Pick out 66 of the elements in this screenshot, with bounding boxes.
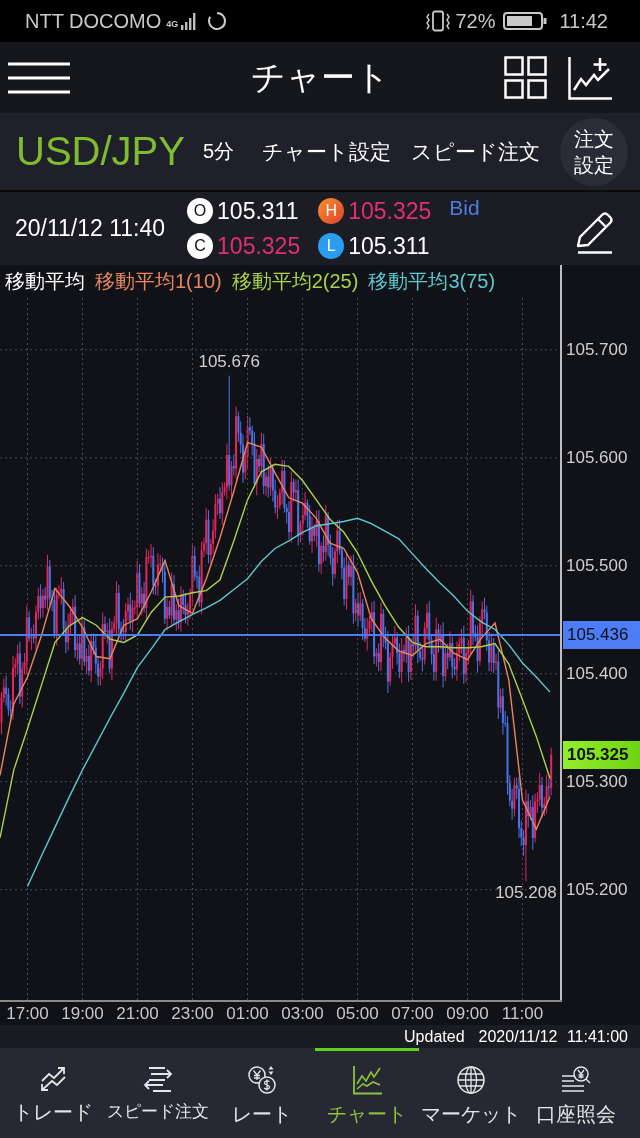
trend-arrows-icon (38, 1065, 69, 1093)
price-side-label: Bid (449, 196, 480, 220)
current-price-tag: 105.325 (563, 740, 640, 769)
price-axis-label: 105.600 (566, 446, 628, 469)
grid-icon[interactable] (504, 56, 547, 99)
nav-tab[interactable]: トレード (1, 1048, 106, 1138)
legend-title: 移動平均 (5, 269, 85, 294)
price-level-tag: 105.436 (563, 620, 640, 649)
carrier-name: NTT DOCOMO (25, 9, 162, 33)
signal-icon (181, 12, 197, 30)
document-search-icon (559, 1065, 592, 1095)
nav-tab[interactable]: スピード注文 (105, 1048, 210, 1138)
network-type-label: 4G (166, 18, 179, 29)
toolbar-link[interactable]: スピード注文 (411, 137, 541, 166)
globe-icon (456, 1065, 487, 1095)
high-price-label: 105.676 (198, 350, 260, 373)
legend-label: 移動平均1(10) (95, 269, 222, 294)
nav-tab[interactable]: 口座照会 (523, 1048, 628, 1138)
price-axis-label: 105.500 (566, 554, 628, 577)
transfer-lines-icon (142, 1065, 173, 1093)
price-type-badge: H (318, 198, 345, 224)
price-type-badge: C (187, 233, 214, 259)
price-type-badge: O (187, 198, 214, 224)
line-chart-icon (351, 1065, 382, 1095)
time-axis-label: 05:00 (336, 1003, 379, 1025)
battery-icon (503, 12, 548, 30)
legend-label: 移動平均2(25) (231, 269, 359, 294)
menu-icon[interactable] (8, 61, 70, 94)
time-axis-label: 17:00 (6, 1003, 49, 1025)
pencil-icon[interactable] (574, 209, 614, 254)
time-axis-label: 01:00 (226, 1003, 269, 1025)
ring-icon (207, 11, 228, 31)
interval-selector[interactable]: 5分 (202, 138, 235, 165)
price-axis-label: 105.200 (566, 878, 628, 901)
price-value: 105.311 (348, 232, 430, 261)
time-axis-label: 03:00 (281, 1003, 324, 1025)
price-value: 105.325 (348, 197, 432, 226)
time-axis-label: 11:00 (501, 1003, 544, 1025)
time-axis-label: 19:00 (61, 1003, 104, 1025)
time-axis-label: 21:00 (116, 1003, 159, 1025)
nav-tab[interactable]: レート (210, 1048, 315, 1138)
time-axis-label: 07:00 (391, 1003, 434, 1025)
toolbar-link[interactable]: チャート設定 (262, 137, 392, 166)
time-axis-label: 09:00 (446, 1003, 489, 1025)
nav-tab[interactable]: チャート (314, 1048, 419, 1138)
price-axis-label: 105.700 (566, 338, 628, 361)
time-axis-label: 23:00 (171, 1003, 214, 1025)
updated-timestamp: 2020/11/12 11:41:00 (478, 1027, 628, 1046)
currency-coins-icon (247, 1065, 278, 1095)
price-type-badge: L (318, 233, 345, 259)
phone-vibrate-icon (425, 10, 452, 32)
nav-tab[interactable]: マーケット (419, 1048, 524, 1138)
screen-title: チャート (250, 56, 390, 98)
price-value: 105.311 (217, 197, 299, 226)
battery-percent: 72% (455, 9, 496, 33)
price-axis-label: 105.400 (566, 662, 628, 685)
price-axis-label: 105.300 (566, 770, 628, 793)
quote-datetime: 20/11/12 11:40 (15, 215, 166, 242)
legend-label: 移動平均3(75) (368, 269, 496, 294)
chart-plus-icon[interactable] (568, 55, 612, 100)
low-price-label: 105.208 (495, 882, 557, 905)
updated-label: Updated (404, 1027, 465, 1046)
price-value: 105.325 (217, 232, 301, 261)
currency-pair[interactable]: USD/JPY (16, 129, 185, 174)
order-settings-button[interactable]: 注文設定 (560, 117, 629, 186)
clock-time: 11:42 (559, 9, 608, 33)
